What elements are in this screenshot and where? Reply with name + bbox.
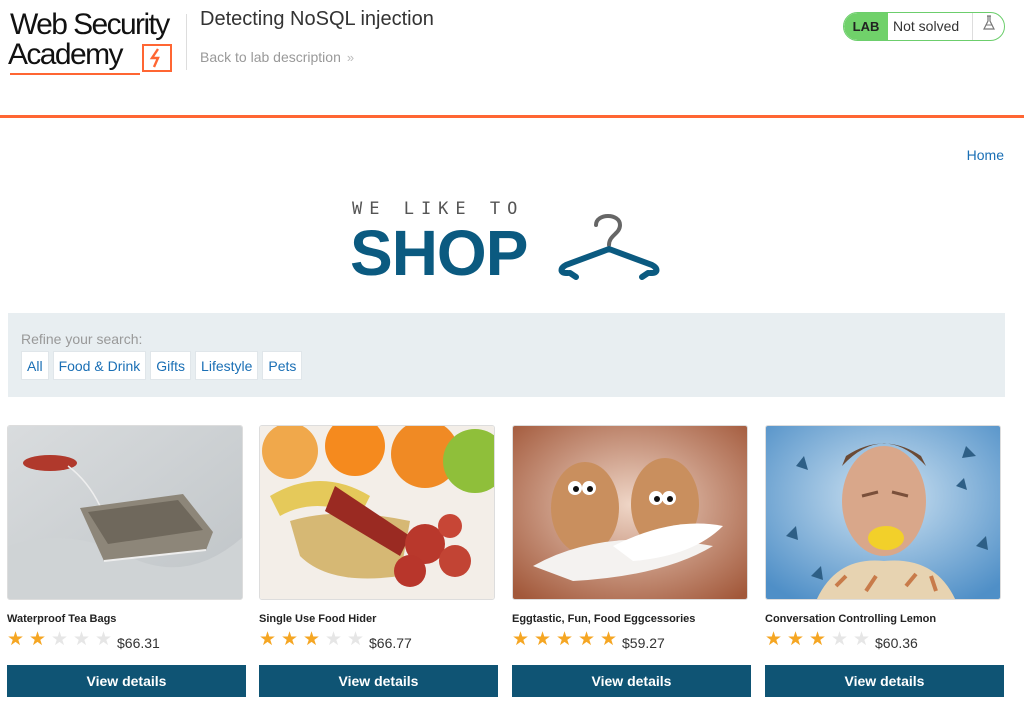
star-icon: ★ (809, 629, 827, 650)
star-icon: ★ (853, 629, 871, 650)
product-price: $66.31 (117, 635, 160, 651)
product-image (7, 425, 243, 600)
lab-status-text: Not solved (893, 18, 960, 34)
view-details-button[interactable]: View details (259, 665, 498, 697)
lab-title: Detecting NoSQL injection (200, 8, 434, 30)
view-details-button[interactable]: View details (7, 665, 246, 697)
star-icon: ★ (259, 629, 277, 650)
flask-icon (972, 13, 1004, 40)
star-icon: ★ (281, 629, 299, 650)
search-filter-panel: Refine your search: All Food & Drink Gif… (8, 313, 1005, 397)
star-icon: ★ (29, 629, 47, 650)
product-price: $59.27 (622, 635, 665, 651)
product-price: $66.77 (369, 635, 412, 651)
product-grid: Waterproof Tea Bags ★ ★ ★ ★ ★ $66.31 View de… (0, 425, 1024, 705)
lab-label: LAB (844, 13, 888, 40)
star-icon: ★ (534, 629, 552, 650)
product-price: $60.36 (875, 635, 918, 651)
back-to-lab-description-link[interactable]: Back to lab description » (200, 49, 354, 65)
lab-status-badge: LAB Not solved (843, 12, 1005, 41)
category-food-drink[interactable]: Food & Drink (52, 351, 147, 380)
shop-logo-tagline: WE LIKE TO (352, 199, 525, 219)
shop-logo-word: SHOP (350, 217, 528, 289)
back-link-label: Back to lab description (200, 49, 341, 65)
star-icon: ★ (51, 629, 69, 650)
category-pets[interactable]: Pets (262, 351, 303, 380)
star-icon: ★ (512, 629, 530, 650)
product-name: Single Use Food Hider (259, 613, 377, 625)
product-image (512, 425, 748, 600)
product-name: Waterproof Tea Bags (7, 613, 117, 625)
double-chevron-icon: » (346, 50, 354, 65)
we-like-to-shop-logo: WE LIKE TO SHOP (350, 197, 670, 287)
star-icon: ★ (95, 629, 113, 650)
lightning-bolt-icon (142, 44, 172, 72)
category-all[interactable]: All (21, 351, 49, 380)
product-name: Eggtastic, Fun, Food Eggcessories (512, 613, 696, 625)
logo-underline (10, 73, 140, 75)
header-divider (186, 14, 187, 70)
star-rating: ★ ★ ★ ★ ★ (512, 630, 622, 650)
product-name: Conversation Controlling Lemon (765, 613, 937, 625)
star-icon: ★ (556, 629, 574, 650)
site-header: Web Security Academy Detecting NoSQL inj… (0, 0, 1024, 118)
home-link[interactable]: Home (967, 147, 1004, 163)
star-rating: ★ ★ ★ ★ ★ (765, 630, 875, 650)
star-icon: ★ (73, 629, 91, 650)
view-details-button[interactable]: View details (512, 665, 751, 697)
star-rating: ★ ★ ★ ★ ★ (7, 630, 117, 650)
star-rating: ★ ★ ★ ★ ★ (259, 630, 369, 650)
star-icon: ★ (787, 629, 805, 650)
star-icon: ★ (7, 629, 25, 650)
hanger-icon (558, 214, 660, 280)
star-icon: ★ (347, 629, 365, 650)
web-security-academy-logo[interactable]: Web Security Academy (8, 10, 184, 76)
refine-search-label: Refine your search: (21, 331, 143, 347)
category-filter-list: All Food & Drink Gifts Lifestyle Pets (21, 351, 303, 380)
view-details-button[interactable]: View details (765, 665, 1004, 697)
product-image (259, 425, 495, 600)
star-icon: ★ (765, 629, 783, 650)
star-icon: ★ (303, 629, 321, 650)
category-gifts[interactable]: Gifts (150, 351, 192, 380)
product-image (765, 425, 1001, 600)
star-icon: ★ (578, 629, 596, 650)
logo-line2: Academy (8, 38, 123, 71)
star-icon: ★ (325, 629, 343, 650)
star-icon: ★ (831, 629, 849, 650)
logo-line1: Web Security (10, 8, 170, 41)
category-lifestyle[interactable]: Lifestyle (195, 351, 259, 380)
star-icon: ★ (600, 629, 618, 650)
